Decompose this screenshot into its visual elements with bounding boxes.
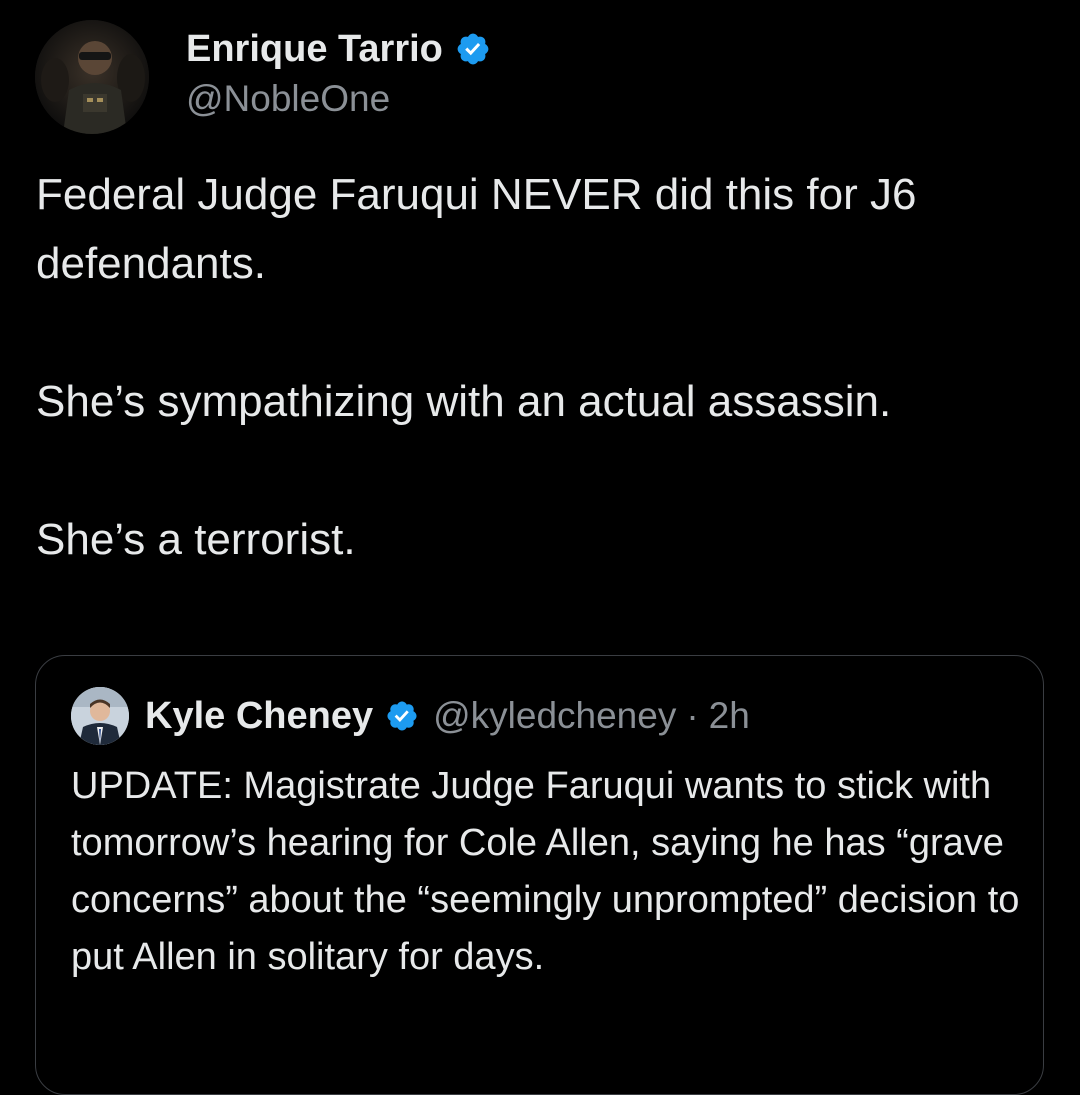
tweet[interactable]: Enrique Tarrio @NobleOne Federal Judge F…: [0, 0, 1080, 1095]
verified-badge-icon: [455, 31, 491, 67]
author-avatar-image: [35, 20, 149, 134]
quoted-tweet-header: Kyle Cheney @kyledcheney · 2h: [71, 686, 750, 746]
tweet-paragraph: She’s sympathizing with an actual assass…: [36, 377, 892, 426]
tweet-paragraph: She’s a terrorist.: [36, 515, 356, 564]
author-handle[interactable]: @NobleOne: [186, 78, 491, 120]
author-names: Enrique Tarrio @NobleOne: [186, 26, 491, 120]
author-avatar[interactable]: [35, 20, 149, 134]
tweet-author-row: Enrique Tarrio @NobleOne: [35, 20, 491, 140]
quoted-tweet-timestamp[interactable]: 2h: [709, 695, 750, 737]
quoted-tweet-text: UPDATE: Magistrate Judge Faruqui wants t…: [71, 765, 1020, 978]
quoted-tweet-card[interactable]: Kyle Cheney @kyledcheney · 2h UPDATE: Ma…: [35, 655, 1044, 1095]
author-display-name[interactable]: Enrique Tarrio: [186, 28, 443, 71]
separator-dot: ·: [686, 695, 699, 736]
display-name-row: Enrique Tarrio: [186, 26, 491, 72]
quoted-author-avatar[interactable]: [71, 687, 129, 745]
tweet-text: Federal Judge Faruqui NEVER did this for…: [36, 160, 1046, 574]
quoted-author-handle[interactable]: @kyledcheney: [433, 695, 676, 737]
quoted-author-avatar-image: [71, 687, 129, 745]
tweet-paragraph: Federal Judge Faruqui NEVER did this for…: [36, 170, 917, 288]
verified-badge-icon: [385, 699, 419, 733]
quoted-author-display-name[interactable]: Kyle Cheney: [145, 695, 373, 738]
